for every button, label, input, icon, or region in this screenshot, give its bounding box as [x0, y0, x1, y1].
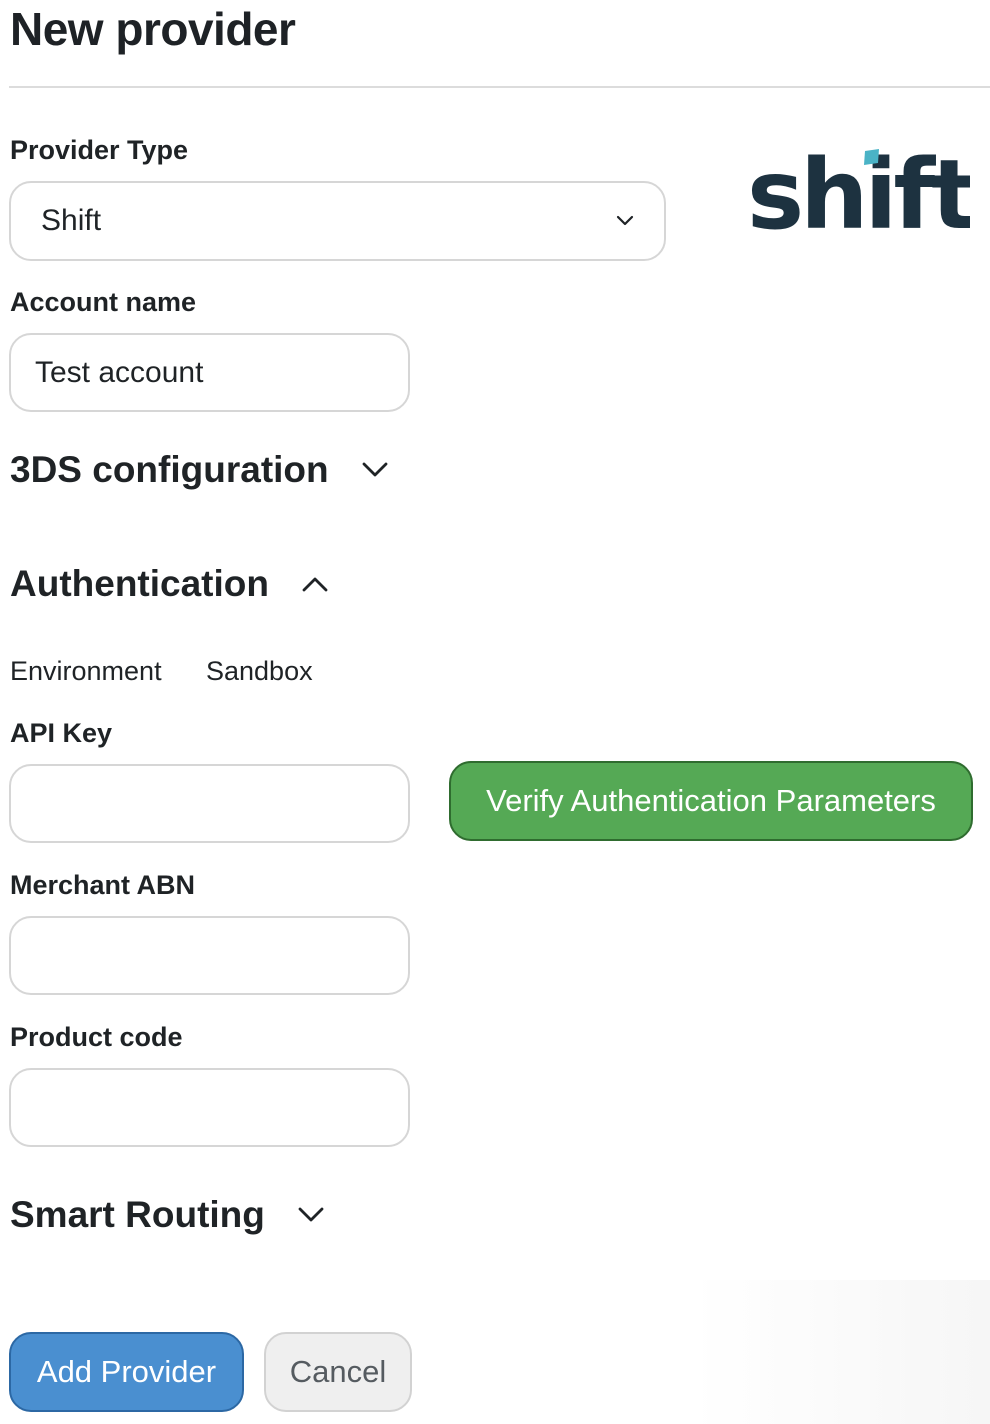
- chevron-up-icon: [302, 577, 328, 592]
- merchant-abn-label: Merchant ABN: [10, 870, 196, 900]
- cancel-button[interactable]: Cancel: [264, 1332, 412, 1412]
- header-divider: [9, 86, 990, 88]
- smart-routing-section-toggle[interactable]: Smart Routing: [10, 1193, 325, 1237]
- api-key-input[interactable]: [9, 764, 410, 843]
- api-key-label: API Key: [10, 718, 113, 748]
- verify-authentication-button[interactable]: Verify Authentication Parameters: [449, 761, 973, 841]
- shift-logo: shift: [747, 140, 970, 240]
- environment-value: Sandbox: [206, 656, 313, 686]
- chevron-down-icon: [362, 462, 388, 477]
- account-name-input[interactable]: [9, 333, 410, 412]
- logo-text: shift: [747, 140, 970, 240]
- three-ds-section-title: 3DS configuration: [10, 449, 329, 490]
- authentication-section-toggle[interactable]: Authentication: [10, 562, 329, 606]
- logo-accent: [864, 149, 879, 165]
- chevron-down-icon: [616, 215, 634, 226]
- merchant-abn-input[interactable]: [9, 916, 410, 995]
- page-title: New provider: [10, 3, 296, 55]
- provider-type-value: Shift: [41, 204, 102, 237]
- product-code-input[interactable]: [9, 1068, 410, 1147]
- provider-type-select[interactable]: Shift: [9, 181, 666, 261]
- smart-routing-section-title: Smart Routing: [10, 1194, 265, 1235]
- chevron-down-icon: [298, 1207, 324, 1222]
- authentication-section-title: Authentication: [10, 563, 269, 604]
- provider-type-label: Provider Type: [10, 135, 189, 165]
- environment-label: Environment: [10, 656, 162, 686]
- product-code-label: Product code: [10, 1022, 183, 1052]
- three-ds-section-toggle[interactable]: 3DS configuration: [10, 448, 389, 492]
- add-provider-button[interactable]: Add Provider: [9, 1332, 244, 1412]
- account-name-label: Account name: [10, 287, 197, 317]
